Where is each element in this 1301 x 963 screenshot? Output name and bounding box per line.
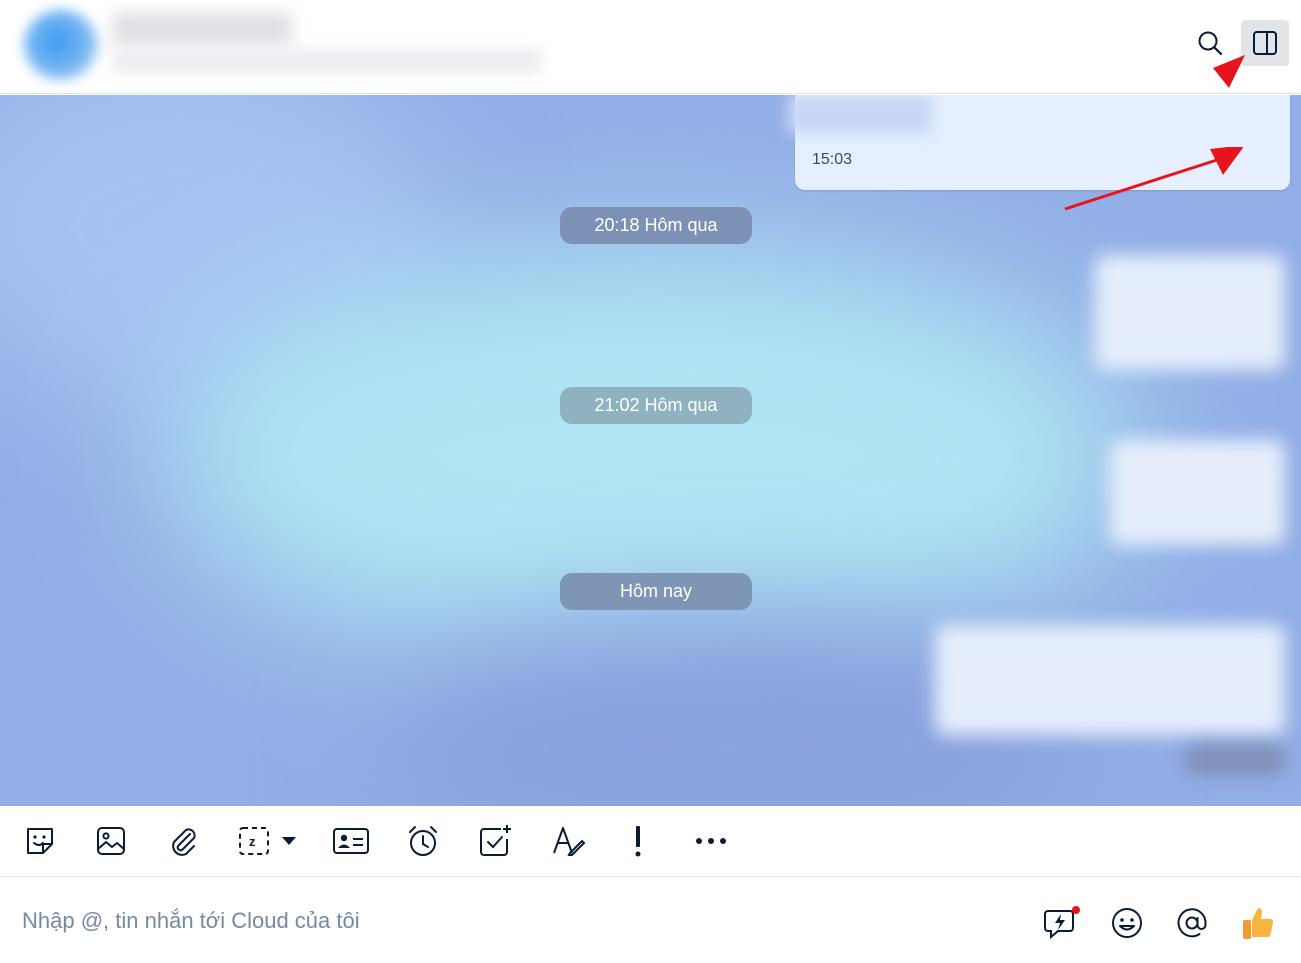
message-input[interactable] bbox=[22, 903, 722, 939]
attachment-icon bbox=[172, 828, 196, 856]
chat-message-area[interactable]: 15:03 20:18 Hôm qua 21:02 Hôm qua Hôm na… bbox=[0, 95, 1301, 806]
message-time: 15:03 bbox=[812, 151, 853, 168]
more-icon bbox=[696, 838, 726, 844]
reminder-clock-icon bbox=[409, 826, 437, 856]
screenshot-button[interactable]: z bbox=[236, 820, 302, 862]
image-icon bbox=[97, 827, 125, 855]
contact-card-icon bbox=[333, 828, 369, 854]
at-mention-icon bbox=[1177, 908, 1207, 938]
quick-message-icon bbox=[1044, 906, 1080, 940]
create-task-button[interactable] bbox=[475, 820, 515, 862]
reminder-button[interactable] bbox=[403, 820, 443, 862]
sidebar-toggle-icon bbox=[1253, 31, 1277, 55]
thumbs-up-icon bbox=[1243, 908, 1274, 939]
avatar[interactable] bbox=[24, 10, 98, 80]
message-bubble-blurred[interactable] bbox=[1095, 255, 1285, 370]
more-options-button[interactable] bbox=[690, 820, 732, 862]
conversation-subtitle-blurred bbox=[112, 48, 542, 74]
send-image-button[interactable] bbox=[91, 820, 131, 862]
date-separator: 21:02 Hôm qua bbox=[560, 387, 752, 424]
composer bbox=[0, 877, 1301, 963]
svg-text:z: z bbox=[249, 834, 256, 849]
send-contact-button[interactable] bbox=[331, 820, 371, 862]
composer-toolbar: z bbox=[0, 806, 1301, 877]
chat-header bbox=[0, 0, 1301, 94]
task-check-icon bbox=[480, 825, 511, 856]
annotation-arrowhead bbox=[1213, 55, 1245, 88]
text-format-icon bbox=[553, 827, 586, 856]
message-bubble-blurred[interactable] bbox=[935, 625, 1285, 735]
sticker-icon bbox=[27, 828, 53, 854]
send-like-button[interactable] bbox=[1236, 901, 1280, 945]
quick-message-button[interactable] bbox=[1040, 901, 1084, 945]
mention-button[interactable] bbox=[1170, 901, 1214, 945]
attach-file-button[interactable] bbox=[163, 820, 203, 862]
emoji-icon bbox=[1112, 908, 1142, 938]
important-mark-icon bbox=[635, 826, 641, 857]
message-bubble-blurred[interactable] bbox=[1110, 440, 1285, 545]
date-separator: Hôm nay bbox=[560, 573, 752, 610]
screenshot-icon: z bbox=[239, 827, 296, 855]
date-separator: 20:18 Hôm qua bbox=[560, 207, 752, 244]
annotation-arrow bbox=[1064, 147, 1244, 211]
emoji-button[interactable] bbox=[1105, 901, 1149, 945]
conversation-name-blurred bbox=[112, 12, 292, 46]
message-text-blurred bbox=[787, 95, 932, 133]
text-format-button[interactable] bbox=[548, 820, 588, 862]
sticker-button[interactable] bbox=[20, 820, 60, 862]
message-bubble-blurred[interactable] bbox=[1185, 745, 1285, 775]
mark-important-button[interactable] bbox=[620, 820, 656, 862]
